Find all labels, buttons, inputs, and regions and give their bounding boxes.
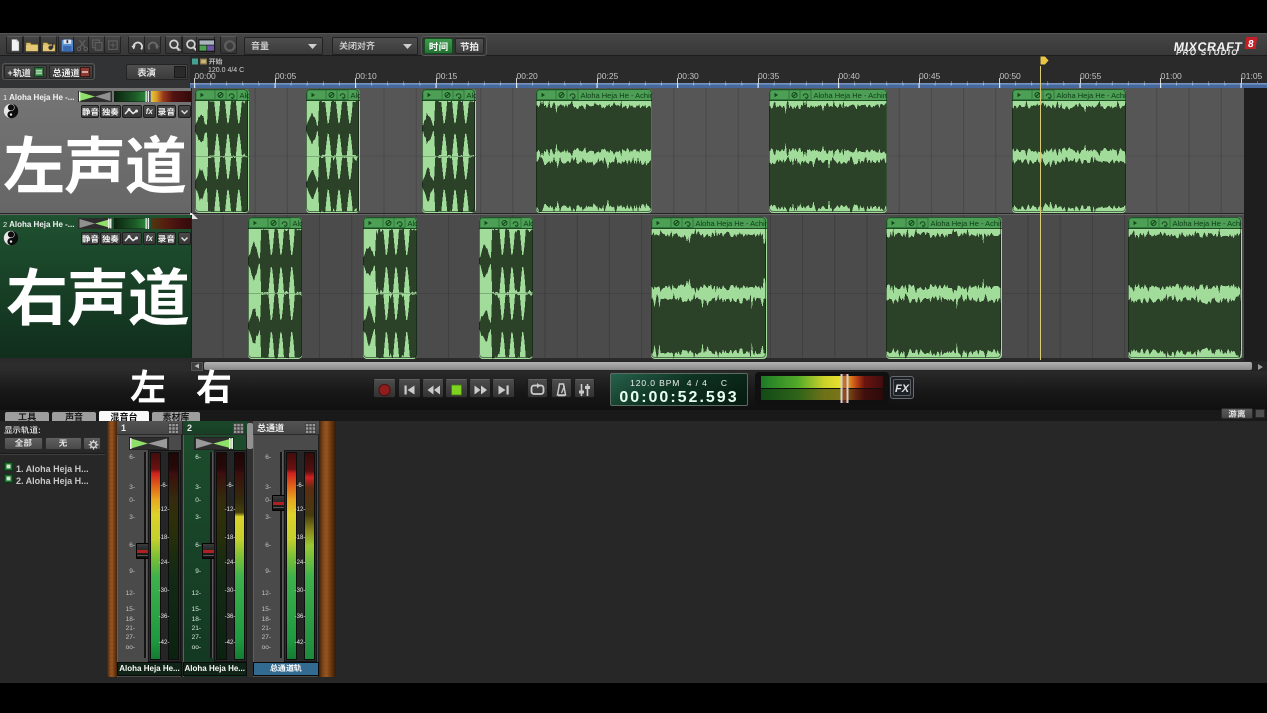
- svg-text:Aloha Heja He - Achim ...: Aloha Heja He - Achim ...: [814, 89, 888, 100]
- svg-text:Aloha Heja He - Achim ...: Aloha Heja He - Achim ...: [931, 217, 1003, 228]
- svg-text:Aloha Heja He - Achim ...: Aloha Heja He - Achim ...: [1172, 217, 1242, 228]
- svg-text:Alo...: Alo...: [408, 217, 418, 228]
- svg-text:Aloha Heja He - Achim ...: Aloha Heja He - Achim ...: [696, 217, 768, 228]
- svg-text:Aloha Heja He - Achim ...: Aloha Heja He - Achim ...: [1057, 89, 1127, 100]
- svg-text:Aloha Heja He - Achim ...: Aloha Heja He - Achim ...: [581, 89, 653, 100]
- svg-text:Alo...: Alo...: [293, 217, 303, 228]
- svg-text:Alo...: Alo...: [523, 217, 533, 228]
